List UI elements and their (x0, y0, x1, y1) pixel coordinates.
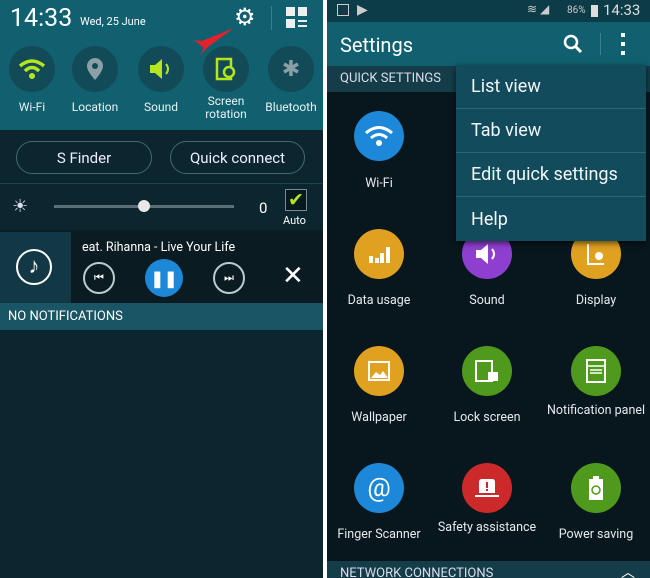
clock: 14:33 (10, 4, 73, 33)
lock-screen-icon (475, 360, 498, 382)
fingerprint-icon: @ (367, 473, 391, 503)
toggle-label: Wi-Fi (18, 100, 46, 114)
toggle-location[interactable] (72, 46, 118, 92)
settings-gear-icon[interactable]: ⚙ (234, 5, 256, 29)
display-icon (587, 244, 604, 265)
location-icon (87, 58, 103, 80)
menu-item-list-view[interactable]: List view (456, 65, 646, 109)
safety-assistance-button[interactable] (462, 463, 512, 513)
setting-label: Display (575, 293, 617, 308)
wifi-setting-button[interactable] (354, 111, 404, 161)
setting-label: Data usage (347, 293, 411, 308)
notification-panel: 14:33 Wed, 25 June ⚙ ✱ Wi-Fi Location So… (0, 0, 323, 578)
music-note-icon: ♪ (16, 249, 52, 285)
auto-brightness-icon: ☀ (12, 196, 29, 217)
next-track-button[interactable]: ⏭ (213, 262, 245, 294)
battery-icon (591, 5, 598, 17)
setting-label: Wi-Fi (365, 176, 393, 191)
settings-screen: ▶ ≋ ◢ 86% 14:33 Settings QUICK SETTINGS … (327, 0, 650, 578)
setting-label: Notification panel (546, 403, 646, 418)
menu-item-edit-quick-settings[interactable]: Edit quick settings (456, 153, 646, 197)
finger-scanner-button[interactable]: @ (354, 463, 404, 513)
quick-panel-edit-icon[interactable] (286, 7, 308, 29)
wifi-icon (365, 126, 393, 146)
sound-icon (150, 59, 169, 79)
toggle-label: Location (71, 100, 119, 114)
bluetooth-icon: ✱ (281, 56, 301, 82)
data-usage-icon (369, 247, 390, 263)
power-saving-button[interactable] (571, 463, 621, 513)
setting-label: Sound (469, 293, 505, 308)
setting-label: Finger Scanner (337, 527, 421, 542)
wifi-icon (18, 59, 46, 79)
toggle-label: Sound (144, 100, 178, 114)
chevron-up-icon[interactable]: ︿ (621, 562, 635, 578)
toggle-bluetooth[interactable]: ✱ (268, 46, 314, 92)
play-store-icon: ▶ (357, 2, 368, 18)
notification-panel-icon (586, 359, 606, 383)
previous-track-button[interactable]: ⏮ (83, 262, 115, 294)
gallery-notification-icon (337, 4, 349, 16)
wallpaper-button[interactable] (354, 346, 404, 396)
setting-label: Safety assistance (437, 520, 537, 535)
quick-connect-button[interactable]: Quick connect (170, 141, 305, 174)
lock-screen-button[interactable] (462, 346, 512, 396)
status-time: 14:33 (603, 1, 641, 19)
wallpaper-icon (368, 361, 390, 381)
toggle-wifi[interactable] (9, 46, 55, 92)
data-usage-button[interactable] (354, 229, 404, 279)
overflow-menu: List view Tab view Edit quick settings H… (456, 65, 646, 241)
toggle-sound[interactable] (138, 46, 184, 92)
wifi-signal-icon: ≋ ◢ (527, 2, 550, 16)
page-title: Settings (340, 33, 414, 57)
pause-icon: ❚❚ (150, 268, 178, 288)
auto-label: Auto (283, 214, 306, 227)
setting-label: Power saving (558, 527, 634, 542)
next-icon: ⏭ (224, 271, 234, 284)
network-connections-header[interactable]: NETWORK CONNECTIONS (327, 561, 650, 578)
s-finder-button[interactable]: S Finder (16, 141, 152, 174)
auto-brightness-checkbox[interactable]: ✔ (285, 189, 307, 211)
more-options-icon[interactable] (621, 33, 625, 57)
toggle-label: Screen rotation (205, 94, 247, 121)
close-music-icon[interactable]: ✕ (282, 262, 304, 290)
safety-alarm-icon (475, 479, 499, 497)
battery-percent: 86% (567, 5, 586, 16)
sound-icon (476, 244, 495, 264)
divider (0, 183, 323, 184)
track-title: eat. Rihanna - Live Your Life (82, 240, 236, 255)
toggle-label: Bluetooth (265, 100, 317, 114)
brightness-slider-thumb[interactable] (138, 200, 150, 212)
status-bar (327, 0, 650, 22)
previous-icon: ⏮ (94, 271, 104, 284)
no-notifications-header: NO NOTIFICATIONS (0, 303, 323, 330)
notification-panel-button[interactable] (571, 346, 621, 396)
setting-label: Lock screen (453, 410, 521, 425)
brightness-value: 0 (259, 199, 268, 217)
screen-rotation-icon (215, 57, 236, 81)
pause-button[interactable]: ❚❚ (145, 259, 183, 297)
divider (600, 33, 601, 55)
divider (271, 6, 272, 30)
setting-label: Wallpaper (351, 410, 407, 425)
menu-item-tab-view[interactable]: Tab view (456, 109, 646, 153)
power-saving-icon (589, 476, 603, 500)
menu-item-help[interactable]: Help (456, 197, 646, 241)
search-icon[interactable] (563, 34, 583, 54)
date: Wed, 25 June (80, 15, 146, 28)
toggle-screen-rotation[interactable] (203, 46, 249, 92)
